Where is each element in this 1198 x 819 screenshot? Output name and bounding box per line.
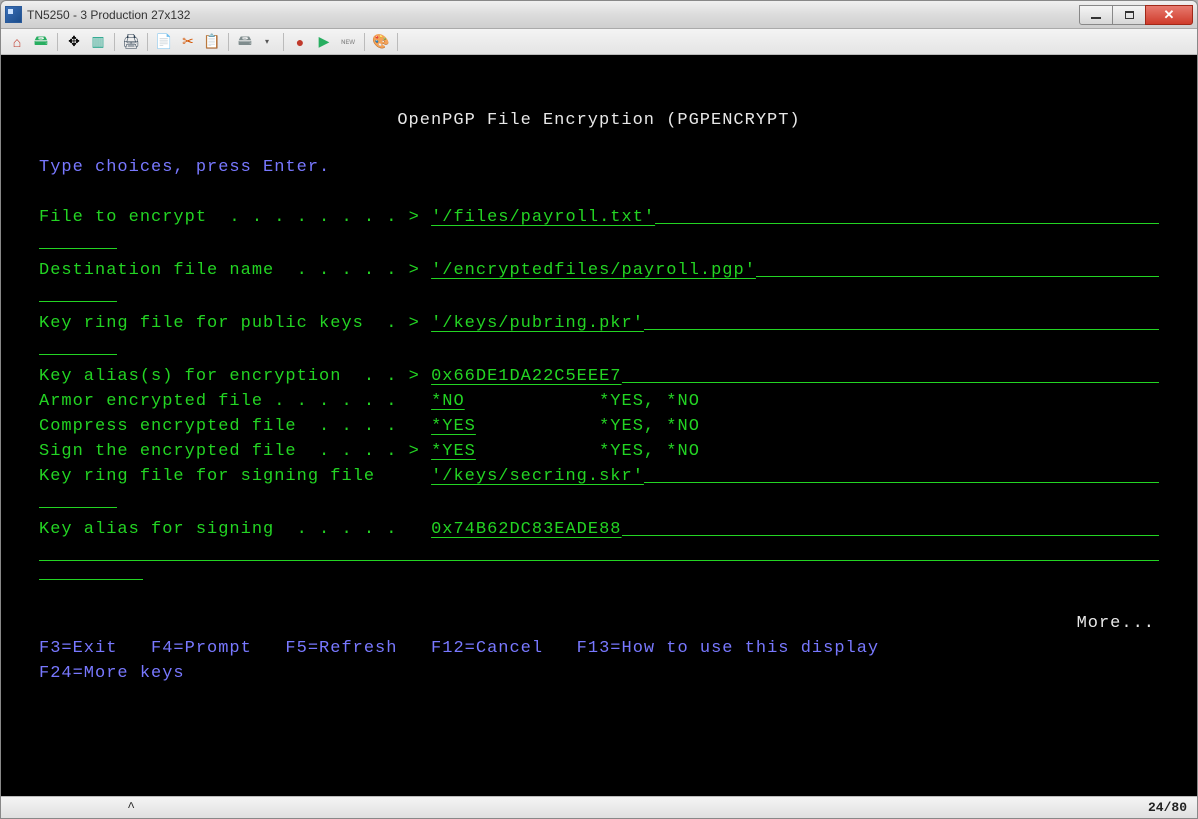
move-icon[interactable]: ✥ — [64, 32, 84, 52]
dest-file-label: Destination file name . . . . . > — [39, 258, 431, 283]
transfer-icon[interactable]: 🖴 — [235, 32, 255, 52]
sign-options — [487, 439, 599, 464]
function-keys-line1: F3=Exit F4=Prompt F5=Refresh F12=Cancel … — [1, 636, 1197, 661]
paste-icon[interactable]: 📋 — [202, 32, 222, 52]
file-to-encrypt-input[interactable]: '/files/payroll.txt' — [431, 205, 655, 230]
function-keys-line2: F24=More keys — [1, 661, 1197, 686]
key-alias-enc-label: Key alias(s) for encryption . . > — [39, 364, 431, 389]
continuation-input[interactable] — [39, 336, 117, 355]
continuation-input[interactable] — [39, 283, 117, 302]
maximize-button[interactable] — [1112, 5, 1146, 25]
separator-icon — [283, 33, 284, 51]
terminal-screen[interactable]: OpenPGP File Encryption (PGPENCRYPT) Typ… — [1, 55, 1197, 796]
sign-keyring-input[interactable]: '/keys/secring.skr' — [431, 464, 644, 489]
toolbar: ⌂ 🖴 ✥ ▥ 🖨 📄 ✂ 📋 🖴 ▾ ● ▶ ɴᴇᴡ 🎨 — [1, 29, 1197, 55]
print-icon[interactable]: 🖨 — [121, 32, 141, 52]
sign-keyring-label: Key ring file for signing file — [39, 464, 431, 489]
copy-icon[interactable]: 📄 — [154, 32, 174, 52]
separator-icon — [147, 33, 148, 51]
close-button[interactable]: ✕ — [1145, 5, 1193, 25]
window-controls: ✕ — [1080, 5, 1193, 25]
minimize-button[interactable] — [1079, 5, 1113, 25]
status-bar: ^ 24/80 — [1, 796, 1197, 818]
compress-label: Compress encrypted file . . . . — [39, 414, 431, 439]
pub-keyring-input[interactable]: '/keys/pubring.pkr' — [431, 311, 644, 336]
connect-icon[interactable]: ⌂ — [7, 32, 27, 52]
separator-icon — [364, 33, 365, 51]
key-alias-sign-label: Key alias for signing . . . . . — [39, 517, 431, 542]
cursor-position: 24/80 — [1148, 800, 1187, 815]
compress-input[interactable]: *YES — [431, 414, 487, 439]
instruction-text: Type choices, press Enter. — [1, 155, 1197, 180]
record-icon[interactable]: ● — [290, 32, 310, 52]
play-icon[interactable]: ▶ — [314, 32, 334, 52]
key-alias-enc-input[interactable]: 0x66DE1DA22C5EEE7 — [431, 364, 621, 389]
titlebar[interactable]: TN5250 - 3 Production 27x132 ✕ — [1, 1, 1197, 29]
continuation-input[interactable] — [39, 561, 143, 580]
armor-options-text: *YES, *NO — [599, 389, 700, 414]
app-window: TN5250 - 3 Production 27x132 ✕ ⌂ 🖴 ✥ ▥ 🖨… — [0, 0, 1198, 819]
separator-icon — [57, 33, 58, 51]
palette-icon[interactable]: 🎨 — [371, 32, 391, 52]
compress-options — [487, 414, 599, 439]
dropdown-icon[interactable]: ▾ — [257, 32, 277, 52]
file-to-encrypt-label: File to encrypt . . . . . . . . > — [39, 205, 431, 230]
screen-title: OpenPGP File Encryption (PGPENCRYPT) — [1, 108, 1197, 143]
disconnect-icon[interactable]: 🖴 — [31, 32, 51, 52]
cut-icon[interactable]: ✂ — [178, 32, 198, 52]
status-caret: ^ — [11, 800, 141, 815]
armor-options — [487, 389, 599, 414]
armor-label: Armor encrypted file . . . . . . — [39, 389, 431, 414]
new-icon[interactable]: ɴᴇᴡ — [338, 32, 358, 52]
dest-file-input[interactable]: '/encryptedfiles/payroll.pgp' — [431, 258, 756, 283]
separator-icon — [114, 33, 115, 51]
more-indicator: More... — [1, 611, 1197, 636]
continuation-input[interactable] — [39, 542, 1159, 561]
screen-icon[interactable]: ▥ — [88, 32, 108, 52]
sign-options-text: *YES, *NO — [599, 439, 700, 464]
armor-input[interactable]: *NO — [431, 389, 487, 414]
window-title: TN5250 - 3 Production 27x132 — [27, 8, 1080, 22]
separator-icon — [397, 33, 398, 51]
app-icon — [5, 6, 22, 23]
sign-label: Sign the encrypted file . . . . > — [39, 439, 431, 464]
continuation-input[interactable] — [39, 230, 117, 249]
continuation-input[interactable] — [39, 489, 117, 508]
sign-input[interactable]: *YES — [431, 439, 487, 464]
compress-options-text: *YES, *NO — [599, 414, 700, 439]
separator-icon — [228, 33, 229, 51]
pub-keyring-label: Key ring file for public keys . > — [39, 311, 431, 336]
key-alias-sign-input[interactable]: 0x74B62DC83EADE88 — [431, 517, 621, 542]
